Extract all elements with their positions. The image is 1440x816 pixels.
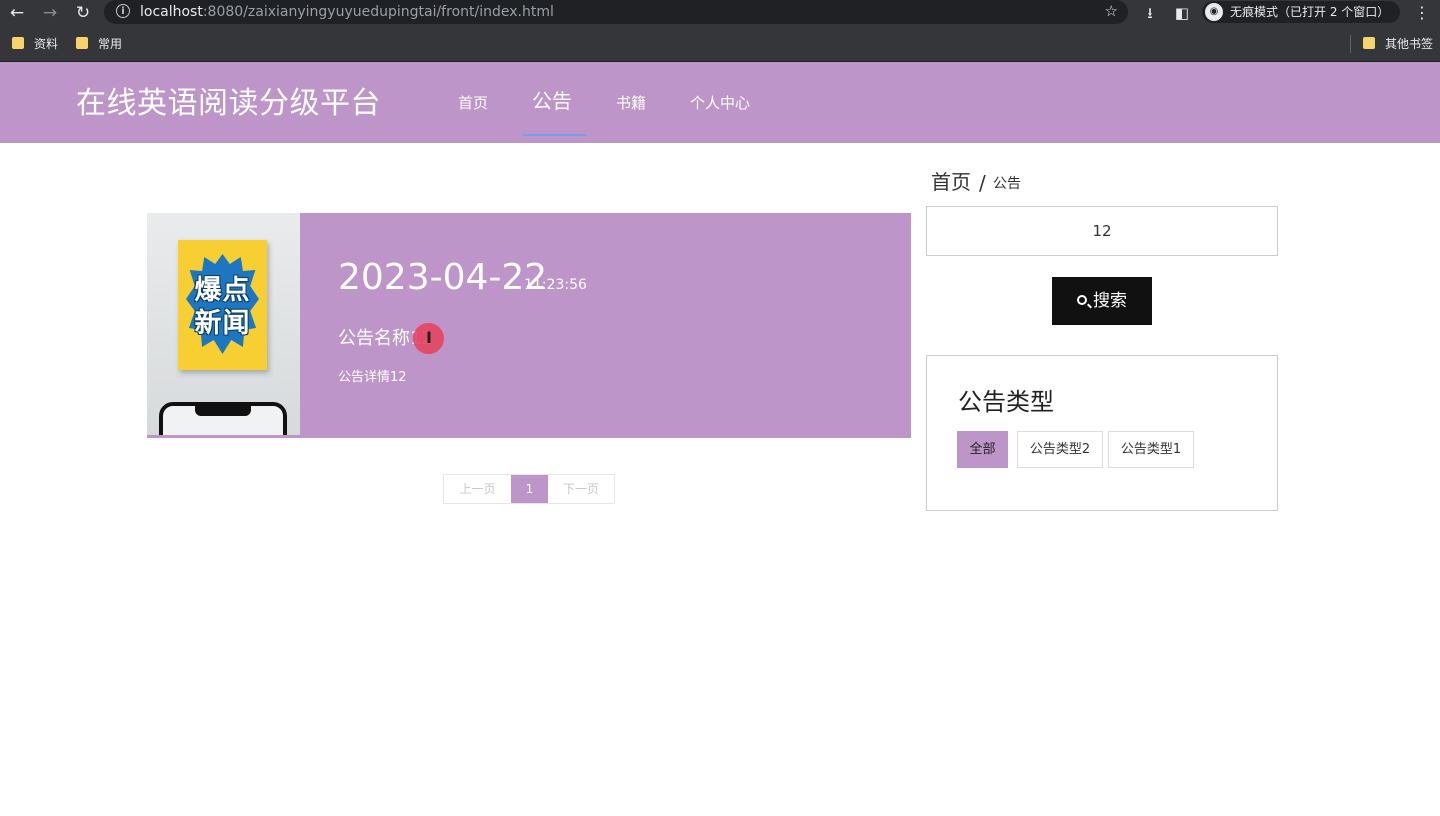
nav-home[interactable]: 首页: [458, 93, 488, 113]
bookmark-folder-ziliao[interactable]: 资料: [12, 36, 58, 52]
pagination: 上一页 1 下一页: [443, 474, 615, 504]
breadcrumb-current: 公告: [993, 176, 1021, 192]
announcement-type-panel: 公告类型 全部 公告类型2 公告类型1: [926, 355, 1278, 511]
browser-menu-icon[interactable]: ⋮: [1414, 3, 1430, 23]
phone-notch: [195, 406, 251, 416]
type-chip-1[interactable]: 公告类型1: [1108, 431, 1194, 468]
announcement-time: 11:23:56: [524, 277, 587, 293]
nav-active-underline: [523, 134, 587, 136]
url-text[interactable]: localhost:8080/zaixianyingyuyuedupingtai…: [140, 3, 554, 21]
nav-books[interactable]: 书籍: [616, 93, 646, 113]
forward-arrow-icon[interactable]: →: [40, 3, 60, 23]
phone-graphic: [159, 402, 287, 435]
folder-icon: [76, 37, 88, 49]
type-chip-all[interactable]: 全部: [957, 431, 1008, 468]
folder-icon: [12, 37, 24, 49]
search-input[interactable]: [926, 206, 1278, 256]
text-cursor-icon: I: [426, 328, 432, 347]
bookmark-divider: [1350, 35, 1351, 53]
site-logo[interactable]: 在线英语阅读分级平台: [76, 84, 381, 124]
site-header: 在线英语阅读分级平台 首页 公告 书籍 个人中心: [0, 62, 1440, 143]
address-bar[interactable]: i localhost:8080/zaixianyingyuyuedupingt…: [104, 0, 1128, 24]
breadcrumb-home[interactable]: 首页: [931, 168, 971, 196]
folder-icon: [1363, 37, 1375, 49]
download-icon[interactable]: ⭳: [1140, 3, 1160, 23]
breadcrumb-separator: /: [979, 171, 986, 195]
poster-text-line2: 新闻: [194, 308, 251, 339]
prev-page-button[interactable]: 上一页: [444, 475, 511, 503]
bookmark-star-icon[interactable]: ☆: [1105, 2, 1118, 20]
back-arrow-icon[interactable]: ←: [7, 3, 27, 23]
reload-icon[interactable]: ↻: [73, 3, 93, 23]
nav-profile[interactable]: 个人中心: [690, 93, 750, 113]
incognito-badge[interactable]: ◉ 无痕模式（已打开 2 个窗口）: [1202, 1, 1400, 23]
search-icon: [1077, 295, 1087, 305]
nav-announcement[interactable]: 公告: [532, 88, 572, 114]
page-1-button[interactable]: 1: [511, 475, 548, 503]
announcement-date: 2023-04-22: [338, 257, 548, 298]
announcement-detail: 公告详情12: [338, 370, 407, 385]
news-poster-image: 爆点 新闻: [178, 240, 267, 370]
bookmarks-bar: 资料 常用 其他书签: [0, 26, 1440, 62]
search-button[interactable]: 搜索: [1052, 277, 1152, 325]
poster-text-line1: 爆点: [194, 275, 251, 306]
browser-toolbar: ← → ↻ i localhost:8080/zaixianyingyuyued…: [0, 0, 1440, 26]
site-info-icon[interactable]: i: [116, 4, 130, 18]
type-chip-2[interactable]: 公告类型2: [1017, 431, 1103, 468]
incognito-label: 无痕模式（已打开 2 个窗口）: [1230, 5, 1390, 19]
bookmark-folder-changyong[interactable]: 常用: [76, 36, 122, 52]
incognito-icon: ◉: [1205, 3, 1223, 21]
announcement-card[interactable]: 爆点 新闻 2023-04-22 11:23:56 公告名称12 公告详情12: [147, 213, 911, 438]
side-panel-icon[interactable]: ◧: [1172, 3, 1192, 23]
bookmark-folder-other[interactable]: 其他书签: [1363, 36, 1433, 52]
type-panel-title: 公告类型: [958, 388, 1054, 416]
thumbnail-bottom-strip: [147, 435, 300, 438]
next-page-button[interactable]: 下一页: [548, 475, 614, 503]
announcement-thumbnail[interactable]: 爆点 新闻: [147, 213, 300, 435]
